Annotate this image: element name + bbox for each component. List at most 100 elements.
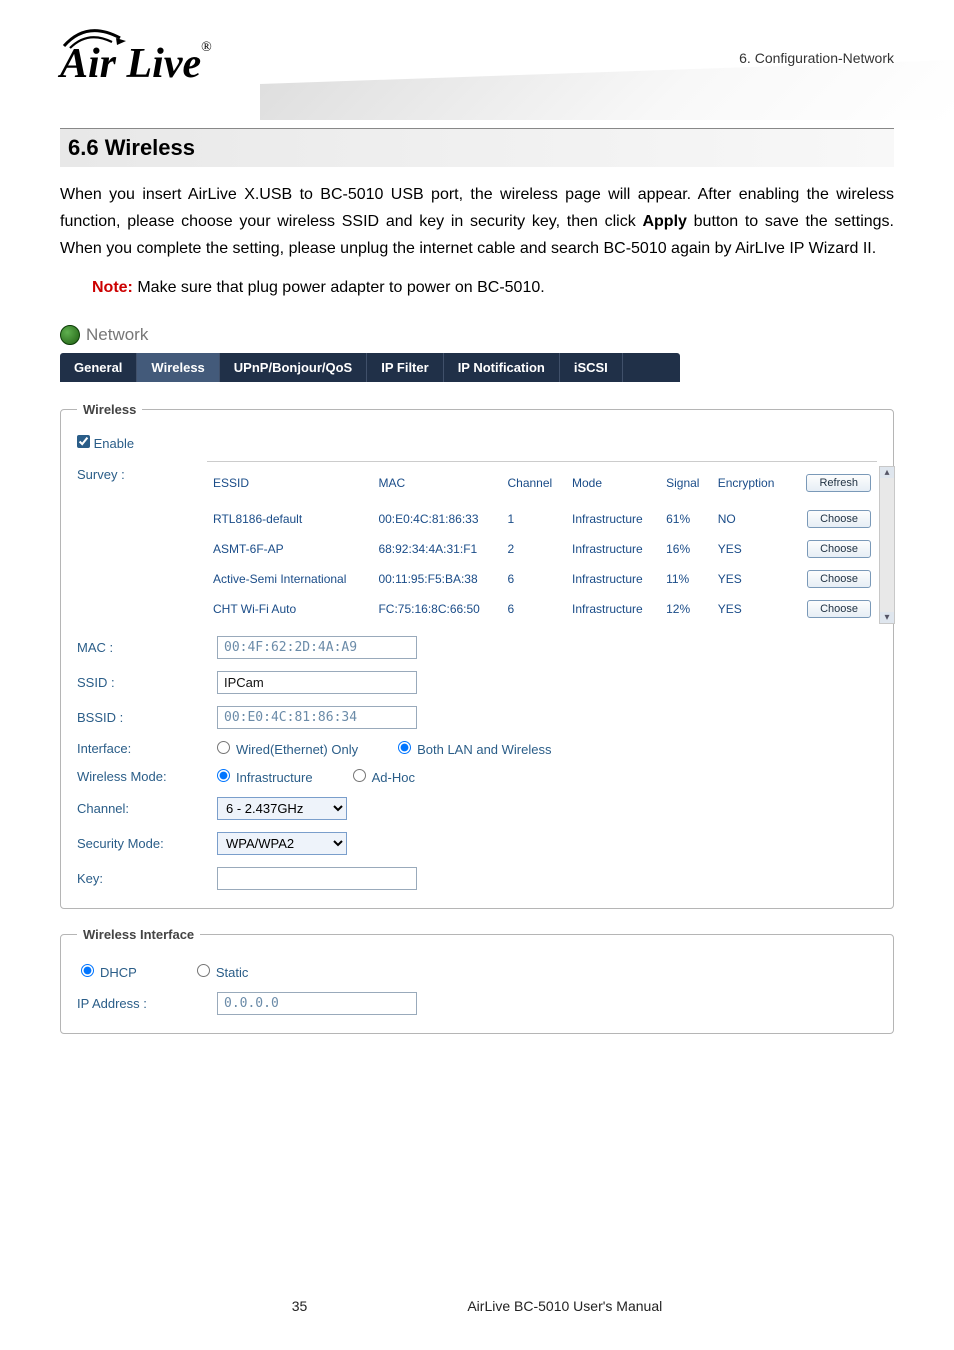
apply-bold: Apply [642,213,686,230]
cell-action: Choose [790,594,877,624]
scroll-down-icon[interactable]: ▾ [880,612,894,623]
cell-encryption: YES [712,534,790,564]
cell-mode: Infrastructure [566,594,660,624]
col-channel: Channel [501,470,566,504]
ipaddr-label: IP Address : [77,996,217,1011]
cell-signal: 12% [660,594,712,624]
wireless-interface-legend: Wireless Interface [77,927,200,942]
col-mac: MAC [372,470,501,504]
wireless-group: Wireless Enable Survey : ESSID MAC [60,402,894,909]
tab-wireless[interactable]: Wireless [137,353,219,382]
wmode-infra-radio[interactable] [217,769,230,782]
key-field[interactable] [217,867,417,890]
enable-checkbox-label[interactable]: Enable [77,436,134,451]
manual-title: AirLive BC-5010 User's Manual [467,1298,662,1314]
col-encryption: Encryption [712,470,790,504]
note-label: Note: [92,279,133,296]
table-row: Active-Semi International00:11:95:F5:BA:… [207,564,877,594]
cell-encryption: YES [712,564,790,594]
cell-mac: FC:75:16:8C:66:50 [372,594,501,624]
refresh-button[interactable]: Refresh [806,474,871,492]
page-header: Air Live® 6. Configuration-Network [60,40,894,88]
cell-essid: CHT Wi-Fi Auto [207,594,372,624]
cell-mode: Infrastructure [566,504,660,534]
interface-both-radio[interactable] [398,741,411,754]
choose-button[interactable]: Choose [807,600,871,618]
wireless-interface-group: Wireless Interface DHCP Static IP Addres… [60,927,894,1034]
cell-essid: ASMT-6F-AP [207,534,372,564]
enable-checkbox[interactable] [77,435,90,448]
scrollbar[interactable]: ▴ ▾ [879,466,895,624]
wireless-legend: Wireless [77,402,142,417]
section-paragraph: When you insert AirLive X.USB to BC-5010… [60,181,894,263]
note-line: Note: Make sure that plug power adapter … [92,279,894,297]
wmode-label: Wireless Mode: [77,769,217,784]
channel-select[interactable]: 6 - 2.437GHz [217,797,347,820]
wifi-icon [62,26,132,50]
survey-table-wrap: ESSID MAC Channel Mode Signal Encryption… [207,461,877,624]
cell-mode: Infrastructure [566,564,660,594]
tab-ipnotification[interactable]: IP Notification [444,353,560,382]
cell-signal: 11% [660,564,712,594]
globe-icon [60,325,80,345]
airlive-logo: Air Live® [60,40,212,88]
network-title: Network [86,325,148,345]
enable-text: Enable [94,436,134,451]
ipaddr-field [217,992,417,1015]
note-text: Make sure that plug power adapter to pow… [133,279,545,296]
ssid-label: SSID : [77,675,217,690]
dhcp-radio[interactable] [81,964,94,977]
cell-action: Choose [790,504,877,534]
cell-mac: 00:E0:4C:81:86:33 [372,504,501,534]
table-row: CHT Wi-Fi AutoFC:75:16:8C:66:506Infrastr… [207,594,877,624]
cell-channel: 1 [501,504,566,534]
ssid-field[interactable] [217,671,417,694]
mac-label: MAC : [77,640,217,655]
survey-label: Survey : [77,461,187,482]
cell-signal: 61% [660,504,712,534]
survey-table: ESSID MAC Channel Mode Signal Encryption… [207,470,877,624]
network-tabs: General Wireless UPnP/Bonjour/QoS IP Fil… [60,353,680,382]
cell-encryption: NO [712,504,790,534]
scroll-up-icon[interactable]: ▴ [880,467,894,478]
secmode-label: Security Mode: [77,836,217,851]
interface-wired-option[interactable]: Wired(Ethernet) Only [217,741,358,757]
cell-essid: Active-Semi International [207,564,372,594]
page-footer: 35 AirLive BC-5010 User's Manual [0,1298,954,1314]
cell-mac: 00:11:95:F5:BA:38 [372,564,501,594]
cell-channel: 6 [501,564,566,594]
tab-upnp[interactable]: UPnP/Bonjour/QoS [220,353,367,382]
static-radio[interactable] [197,964,210,977]
breadcrumb: 6. Configuration-Network [739,50,894,66]
tab-ipfilter[interactable]: IP Filter [367,353,443,382]
secmode-select[interactable]: WPA/WPA2 [217,832,347,855]
cell-action: Choose [790,534,877,564]
section-title-bar: 6.6 Wireless [60,128,894,167]
interface-both-option[interactable]: Both LAN and Wireless [398,741,551,757]
choose-button[interactable]: Choose [807,510,871,528]
tab-general[interactable]: General [60,353,137,382]
col-mode: Mode [566,470,660,504]
choose-button[interactable]: Choose [807,540,871,558]
wmode-infra-option[interactable]: Infrastructure [217,769,313,785]
dhcp-option[interactable]: DHCP [81,964,137,980]
col-signal: Signal [660,470,712,504]
mac-field [217,636,417,659]
static-option[interactable]: Static [197,964,249,980]
wmode-adhoc-option[interactable]: Ad-Hoc [353,769,415,785]
cell-channel: 2 [501,534,566,564]
cell-signal: 16% [660,534,712,564]
channel-label: Channel: [77,801,217,816]
tab-iscsi[interactable]: iSCSI [560,353,623,382]
table-row: RTL8186-default00:E0:4C:81:86:331Infrast… [207,504,877,534]
page-number: 35 [292,1298,308,1314]
wmode-adhoc-radio[interactable] [353,769,366,782]
section-title: 6.6 Wireless [68,135,886,161]
cell-action: Choose [790,564,877,594]
interface-label: Interface: [77,741,217,756]
cell-essid: RTL8186-default [207,504,372,534]
interface-wired-radio[interactable] [217,741,230,754]
col-essid: ESSID [207,470,372,504]
choose-button[interactable]: Choose [807,570,871,588]
bssid-label: BSSID : [77,710,217,725]
